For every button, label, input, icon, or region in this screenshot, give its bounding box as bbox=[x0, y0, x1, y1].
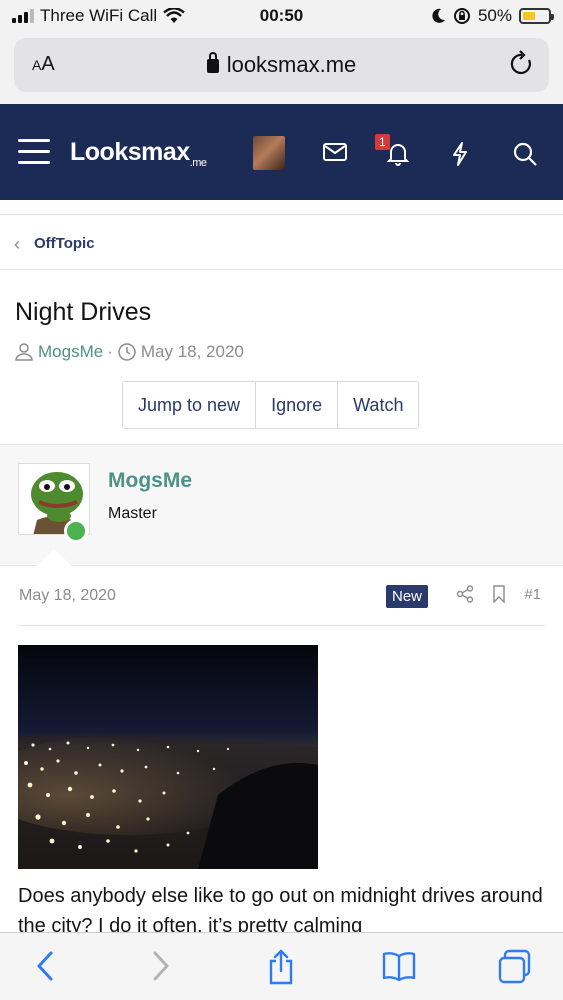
bookmarks-icon[interactable] bbox=[381, 949, 417, 983]
search-icon[interactable] bbox=[512, 141, 538, 167]
forward-icon[interactable] bbox=[150, 949, 172, 983]
site-logo[interactable]: Looksmax.me bbox=[70, 138, 207, 169]
site-header: Looksmax.me 1 bbox=[0, 104, 563, 200]
user-title: Master bbox=[108, 505, 157, 522]
bookmark-icon[interactable] bbox=[492, 585, 506, 603]
url-display[interactable]: looksmax.me bbox=[14, 52, 549, 78]
browser-toolbar bbox=[0, 932, 563, 1000]
lock-icon bbox=[206, 52, 219, 73]
new-badge: New bbox=[386, 585, 429, 608]
chevron-left-icon: ‹ bbox=[14, 234, 20, 254]
night-city-photo bbox=[18, 645, 318, 869]
bolt-icon[interactable] bbox=[450, 141, 470, 167]
watch-button[interactable]: Watch bbox=[338, 382, 419, 428]
clock-icon bbox=[118, 343, 136, 361]
back-icon[interactable] bbox=[34, 949, 56, 983]
post-user-bar: MogsMe Master bbox=[0, 445, 563, 566]
online-status-icon bbox=[64, 519, 88, 543]
jump-to-new-button[interactable]: Jump to new bbox=[123, 382, 257, 428]
thread-meta: MogsMe · May 18, 2020 bbox=[14, 342, 244, 362]
post-number[interactable]: #1 bbox=[524, 586, 541, 603]
user-avatar[interactable] bbox=[253, 136, 285, 170]
browser-chrome: AA looksmax.me bbox=[0, 34, 563, 104]
address-bar[interactable]: AA looksmax.me bbox=[14, 38, 549, 92]
post-image[interactable] bbox=[18, 645, 318, 869]
post-actions: #1 bbox=[456, 585, 541, 603]
moon-icon bbox=[432, 8, 445, 23]
url-text: looksmax.me bbox=[226, 52, 357, 77]
reload-icon[interactable] bbox=[509, 50, 535, 78]
thread-author[interactable]: MogsMe bbox=[38, 342, 103, 362]
post: MogsMe Master May 18, 2020 New #1 Does a… bbox=[0, 444, 563, 937]
tabs-icon[interactable] bbox=[497, 949, 533, 985]
bell-icon[interactable] bbox=[386, 141, 410, 167]
post-username[interactable]: MogsMe bbox=[108, 469, 192, 493]
meta-separator: · bbox=[107, 342, 113, 361]
breadcrumb[interactable]: ‹ OffTopic bbox=[0, 214, 563, 270]
thread-date[interactable]: May 18, 2020 bbox=[141, 342, 244, 362]
post-date[interactable]: May 18, 2020 bbox=[19, 587, 116, 605]
user-icon bbox=[15, 343, 33, 361]
thread-actions: Jump to new Ignore Watch bbox=[122, 381, 420, 429]
user-bar-pointer bbox=[36, 549, 72, 566]
divider bbox=[18, 625, 545, 626]
status-bar: Three WiFi Call 00:50 50% bbox=[0, 0, 563, 34]
envelope-icon[interactable] bbox=[322, 141, 348, 163]
menu-icon[interactable] bbox=[18, 139, 50, 172]
ignore-button[interactable]: Ignore bbox=[256, 382, 339, 428]
orientation-lock-icon bbox=[453, 8, 470, 24]
battery-icon bbox=[519, 8, 554, 24]
battery-percent: 50% bbox=[477, 6, 512, 25]
share-icon[interactable] bbox=[266, 949, 296, 985]
share-icon[interactable] bbox=[456, 585, 474, 603]
breadcrumb-link[interactable]: OffTopic bbox=[34, 235, 95, 252]
system-status: 50% bbox=[432, 6, 554, 26]
page-title: Night Drives bbox=[15, 298, 152, 326]
